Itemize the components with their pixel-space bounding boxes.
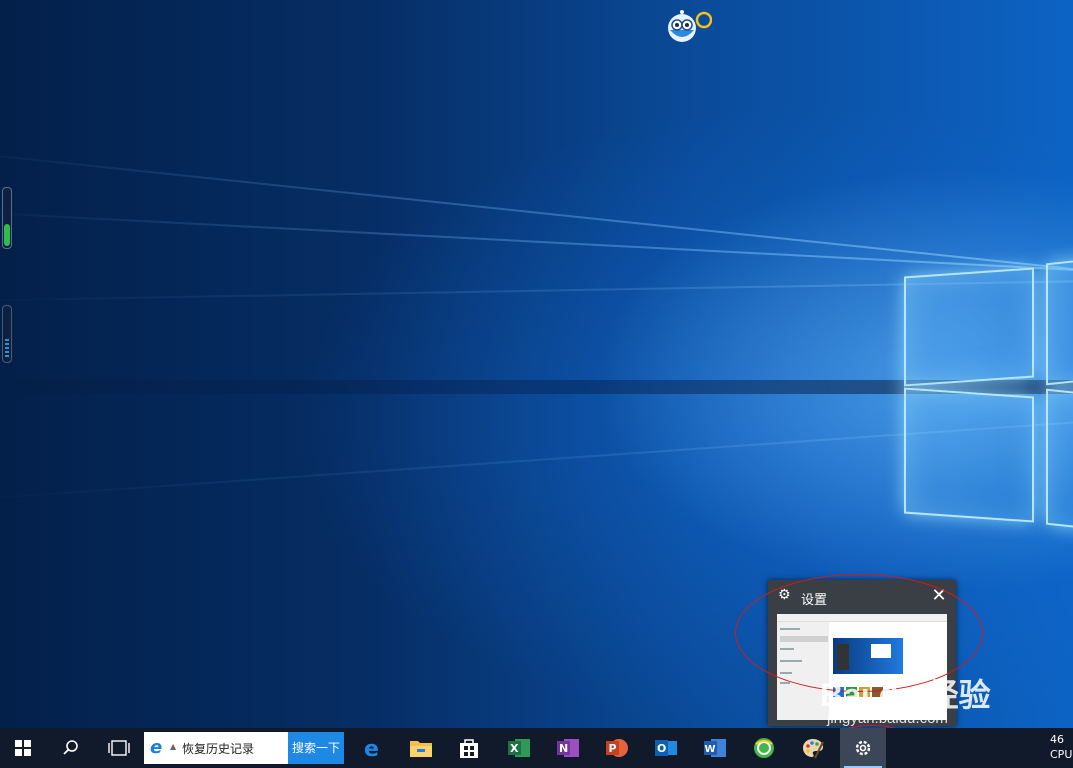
logo-pane bbox=[904, 267, 1034, 387]
taskbar-app-file-explorer[interactable] bbox=[398, 728, 444, 768]
logo-pane bbox=[904, 387, 1034, 523]
logo-pane bbox=[1046, 388, 1073, 532]
svg-text:O: O bbox=[657, 742, 666, 755]
logo-pane bbox=[1046, 256, 1073, 386]
mascot-icon[interactable] bbox=[666, 8, 712, 42]
search-icon bbox=[63, 740, 78, 755]
preview-window bbox=[871, 644, 891, 658]
browser-search-box[interactable]: e ▲ 恢复历史记录 bbox=[144, 732, 288, 764]
edge-icon: e bbox=[364, 737, 379, 760]
taskbar-app-edge[interactable]: e bbox=[351, 728, 397, 768]
windows-start-icon bbox=[15, 740, 31, 756]
thumbnail-titlebar: ⚙ 设置 ✕ bbox=[768, 580, 956, 614]
search-button[interactable] bbox=[48, 728, 94, 768]
gauge-fill bbox=[4, 224, 10, 246]
preview-row bbox=[780, 682, 790, 684]
gear-icon bbox=[855, 740, 871, 756]
taskbar-app-onenote[interactable]: N bbox=[545, 728, 591, 768]
start-button[interactable] bbox=[0, 728, 46, 768]
preview-dark-panel bbox=[837, 644, 849, 670]
taskbar-app-paint[interactable] bbox=[790, 728, 836, 768]
tray-label: CPU bbox=[1050, 748, 1073, 761]
task-view-button[interactable] bbox=[96, 728, 142, 768]
network-gauge-widget[interactable] bbox=[2, 305, 12, 363]
taskbar-app-outlook[interactable]: O bbox=[643, 728, 689, 768]
taskbar-app-powerpoint[interactable]: P bbox=[594, 728, 640, 768]
watermark-url: jingyan.baidu.com bbox=[827, 710, 948, 727]
svg-text:N: N bbox=[559, 742, 568, 755]
taskbar-app-excel[interactable]: X bbox=[496, 728, 542, 768]
gear-icon: ⚙ bbox=[778, 587, 791, 603]
thumbnail-title: 设置 bbox=[801, 593, 828, 608]
gauge-fill bbox=[5, 339, 9, 359]
preview-row bbox=[780, 660, 802, 662]
baidu-watermark: Bai du 经验 jingyan.baidu.com bbox=[820, 670, 1030, 727]
store-icon bbox=[460, 739, 478, 758]
system-tray-readout[interactable]: 46 CPU bbox=[1050, 732, 1073, 762]
outlook-icon: O bbox=[655, 740, 677, 756]
onenote-icon: N bbox=[557, 739, 579, 757]
taskbar-app-word[interactable]: W bbox=[692, 728, 738, 768]
svg-text:P: P bbox=[609, 742, 617, 755]
preview-row bbox=[780, 648, 794, 650]
memory-gauge-widget[interactable] bbox=[2, 187, 12, 249]
browser-360-icon bbox=[754, 738, 774, 758]
word-icon: W bbox=[704, 739, 726, 757]
task-view-icon bbox=[108, 740, 130, 756]
folder-icon bbox=[410, 741, 432, 757]
windows-logo-glow bbox=[900, 250, 1073, 532]
preview-row bbox=[780, 636, 828, 642]
preview-row bbox=[780, 628, 800, 630]
taskbar-app-store[interactable] bbox=[446, 728, 492, 768]
dropdown-triangle-icon[interactable]: ▲ bbox=[170, 742, 176, 751]
preview-titlebar bbox=[777, 614, 947, 622]
preview-row bbox=[780, 672, 792, 674]
preview-desktop-image bbox=[833, 638, 903, 674]
powerpoint-icon: P bbox=[606, 739, 628, 757]
svg-text:X: X bbox=[510, 742, 519, 755]
paint-palette-icon bbox=[803, 739, 824, 759]
search-submit-button[interactable]: 搜索一下 bbox=[288, 732, 344, 764]
svg-text:e: e bbox=[364, 737, 379, 760]
ie-icon: e bbox=[150, 737, 163, 758]
taskbar: e ▲ 恢复历史记录 搜索一下 e X N P O W 46 CPU bbox=[0, 728, 1073, 768]
search-text: 恢复历史记录 bbox=[182, 742, 255, 756]
taskbar-app-360-browser[interactable] bbox=[741, 728, 787, 768]
tray-value: 46 bbox=[1050, 733, 1064, 746]
taskbar-app-settings[interactable] bbox=[840, 728, 886, 768]
svg-text:W: W bbox=[705, 744, 716, 755]
excel-icon: X bbox=[508, 739, 530, 757]
close-icon[interactable]: ✕ bbox=[928, 585, 950, 607]
